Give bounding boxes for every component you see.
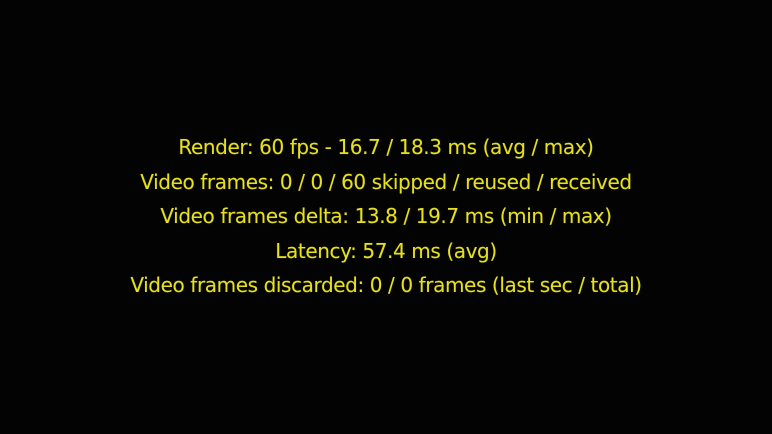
video-frames-discarded-stats: Video frames discarded: 0 / 0 frames (la…: [130, 273, 642, 297]
render-stats: Render: 60 fps - 16.7 / 18.3 ms (avg / m…: [178, 135, 594, 159]
video-frames-delta-stats: Video frames delta: 13.8 / 19.7 ms (min …: [160, 204, 612, 228]
performance-stats-overlay: Render: 60 fps - 16.7 / 18.3 ms (avg / m…: [0, 130, 772, 303]
latency-stats: Latency: 57.4 ms (avg): [275, 238, 497, 263]
video-frames-stats: Video frames: 0 / 0 / 60 skipped / reuse…: [140, 169, 632, 194]
stream-screen: Render: 60 fps - 16.7 / 18.3 ms (avg / m…: [0, 0, 772, 434]
